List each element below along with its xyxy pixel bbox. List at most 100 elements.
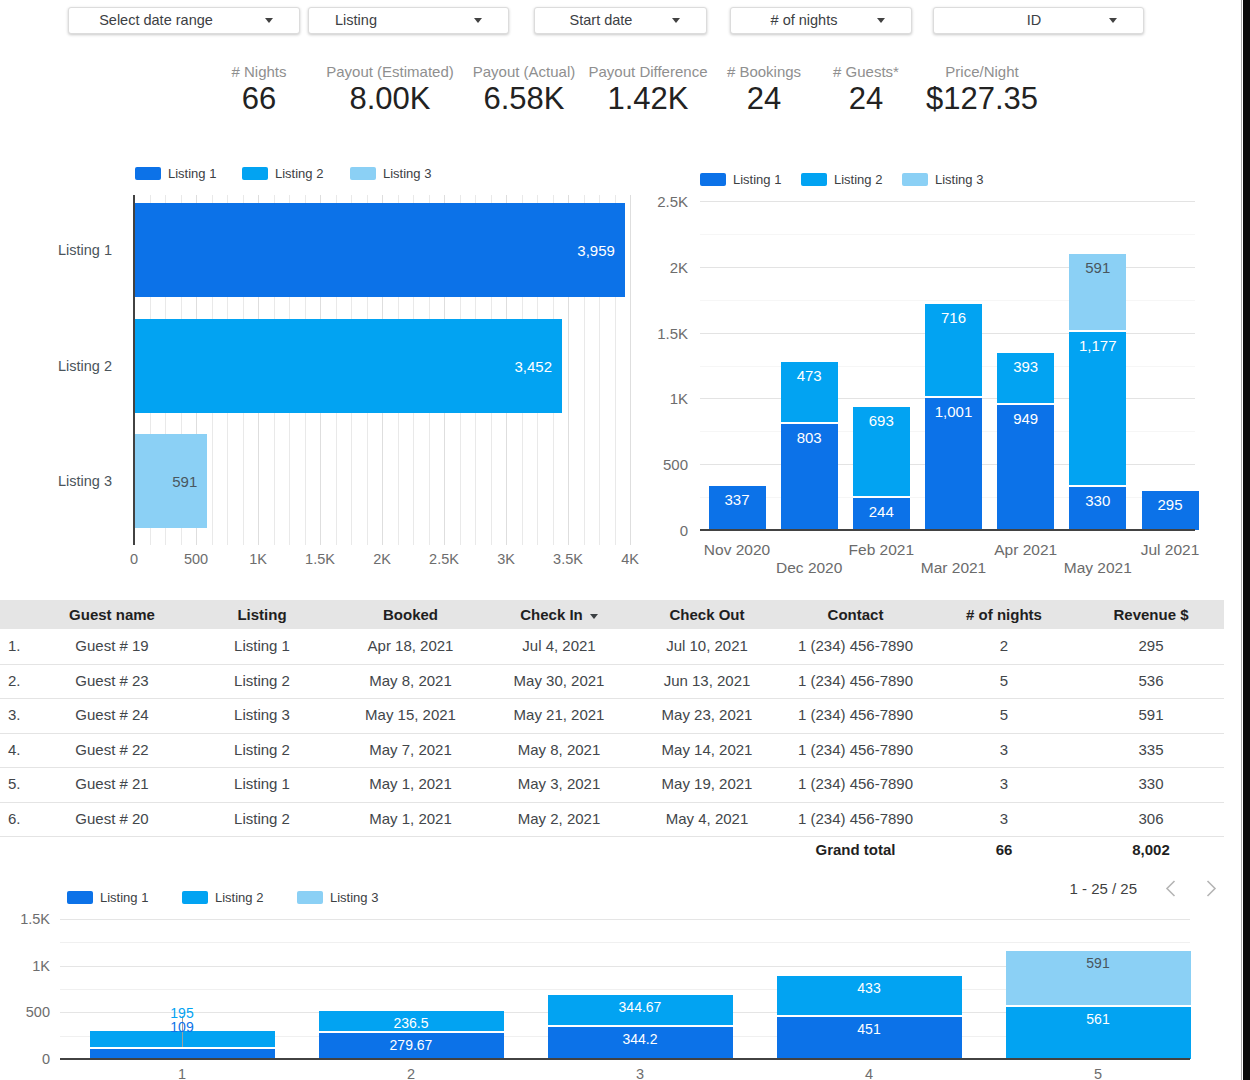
dropdown-caret-icon [265, 18, 273, 23]
chart2-bar-may-2021-listing-2[interactable] [1069, 332, 1126, 487]
chart3-y-tick: 1.5K [0, 911, 50, 927]
chart2-x-label: Feb 2021 [849, 541, 915, 559]
table-cell: Guest # 20 [36, 802, 188, 837]
table-cell: 330 [1078, 767, 1224, 802]
chart2-value-label: 803 [781, 429, 838, 446]
chart3-gridline [60, 919, 1190, 920]
chart3-y-tick: 1K [0, 958, 50, 974]
filter-listing[interactable]: Listing [308, 7, 509, 34]
chart2-value-label: 949 [997, 410, 1054, 427]
chart3-legend-label: Listing 1 [100, 890, 148, 905]
table-cell: 3 [930, 733, 1078, 768]
chart1-x-tick: 2.5K [429, 551, 459, 567]
chart3-legend-label: Listing 2 [215, 890, 263, 905]
table-cell: Guest # 21 [36, 767, 188, 802]
chart3-value-label: 433 [777, 980, 962, 996]
chart3-y-tick: 500 [0, 1004, 50, 1020]
chart3-legend-swatch-listing-2[interactable] [182, 891, 208, 904]
sort-desc-icon [590, 614, 598, 619]
chart3-value-label: 279.67 [319, 1037, 504, 1053]
table-cell: 1. [0, 629, 36, 664]
filter-id[interactable]: ID [933, 7, 1144, 34]
table-cell: Guest # 22 [36, 733, 188, 768]
table-header-label: # of nights [966, 606, 1042, 623]
table-header-check-out[interactable]: Check Out [633, 600, 781, 629]
table-header-booked[interactable]: Booked [336, 600, 485, 629]
table-header-revenue[interactable]: Revenue $ [1078, 600, 1224, 629]
table-cell: Listing 1 [188, 629, 336, 664]
chart2-legend-swatch-listing-1[interactable] [700, 173, 726, 186]
chart2-y-tick: 2K [0, 259, 688, 276]
chart2-y-tick: 2.5K [0, 193, 688, 210]
table-header-listing[interactable]: Listing [188, 600, 336, 629]
chart1-x-tick: 3.5K [553, 551, 583, 567]
chart3-value-label: 109 [132, 1019, 232, 1035]
chart2-legend-swatch-listing-2[interactable] [801, 173, 827, 186]
chart1-bar-listing-1[interactable] [135, 203, 625, 297]
chart1-legend-swatch-listing-2[interactable] [242, 167, 268, 180]
chart1-gridline [630, 195, 631, 545]
chart2-value-label: 244 [853, 503, 910, 520]
scroll-strip[interactable] [1243, 0, 1250, 1080]
chart2-value-label: 716 [925, 309, 982, 326]
table-cell: Listing 2 [188, 733, 336, 768]
chart2-legend-label: Listing 2 [834, 172, 882, 187]
chart1-x-tick: 1K [249, 551, 267, 567]
chart3-legend-swatch-listing-1[interactable] [67, 891, 93, 904]
chart1-x-tick: 1.5K [305, 551, 335, 567]
chart3-x-axis [60, 1058, 1190, 1060]
filter-select-date-range[interactable]: Select date range [68, 7, 300, 34]
filter-of-nights[interactable]: # of nights [730, 7, 912, 34]
table-header-contact[interactable]: Contact [781, 600, 930, 629]
table-cell: 306 [1078, 802, 1224, 837]
chart2-legend-swatch-listing-3[interactable] [902, 173, 928, 186]
table-cell: 295 [1078, 629, 1224, 664]
table-cell: 1 (234) 456-7890 [781, 802, 930, 837]
table-header-guest-name[interactable]: Guest name [36, 600, 188, 629]
table-header-of-nights[interactable]: # of nights [930, 600, 1078, 629]
chart2-gridline [700, 201, 1195, 202]
table-cell: Guest # 23 [36, 664, 188, 699]
table-cell: Listing 3 [188, 698, 336, 733]
table-header-check-in[interactable]: Check In [485, 600, 633, 629]
chart2-value-label: 693 [853, 412, 910, 429]
table-header-label: Revenue $ [1113, 606, 1188, 623]
table-cell: Guest # 19 [36, 629, 188, 664]
table-cell: 2 [930, 629, 1078, 664]
filter-label: Listing [335, 8, 377, 33]
scorecard-label: Price/Night [872, 63, 1092, 80]
chart1-legend-swatch-listing-3[interactable] [350, 167, 376, 180]
table-cell: 6. [0, 802, 36, 837]
table-cell: May 2, 2021 [485, 802, 633, 837]
table-cell: May 3, 2021 [485, 767, 633, 802]
table-cell: May 1, 2021 [336, 802, 485, 837]
table-cell: Listing 2 [188, 802, 336, 837]
chart1-legend-swatch-listing-1[interactable] [135, 167, 161, 180]
table-cell: Apr 18, 2021 [336, 629, 485, 664]
chart2-x-label: Dec 2020 [776, 559, 842, 577]
dashboard: Select date range Listing Start date # of n… [0, 0, 1250, 1080]
chart2-value-label: 591 [1069, 259, 1126, 276]
filter-label: Start date [570, 8, 633, 33]
table-cell: 591 [1078, 698, 1224, 733]
chart3-value-label: 451 [777, 1021, 962, 1037]
chart2-value-label: 1,001 [925, 403, 982, 420]
table-cell: May 8, 2021 [336, 664, 485, 699]
filter-start-date[interactable]: Start date [534, 7, 707, 34]
chart1-x-tick: 4K [621, 551, 639, 567]
pagination-prev-button[interactable] [1163, 879, 1179, 898]
chart1-category-label: Listing 1 [0, 242, 112, 258]
dropdown-caret-icon [672, 18, 680, 23]
chart3-value-label: 236.5 [319, 1015, 504, 1031]
chart3-legend-label: Listing 3 [330, 890, 378, 905]
filter-label: ID [1027, 8, 1042, 33]
table-cell: May 19, 2021 [633, 767, 781, 802]
table-header-label: Contact [828, 606, 884, 623]
table-cell: Jul 10, 2021 [633, 629, 781, 664]
chart1-value-label: 591 [172, 473, 197, 490]
chart1-category-label: Listing 2 [0, 358, 112, 374]
pagination-next-button[interactable] [1203, 879, 1219, 898]
chart2-y-tick: 0 [0, 522, 688, 539]
chart3-legend-swatch-listing-3[interactable] [297, 891, 323, 904]
chart1-x-tick: 3K [497, 551, 515, 567]
